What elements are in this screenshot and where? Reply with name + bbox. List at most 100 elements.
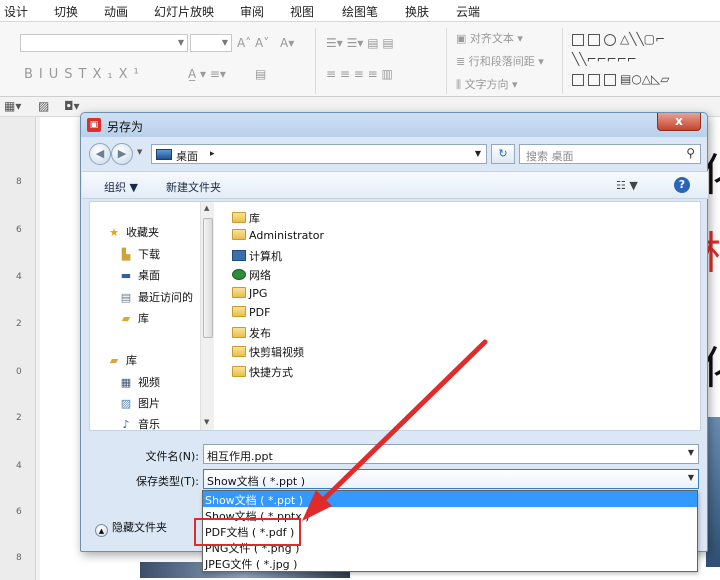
library-icon: ▰	[109, 354, 119, 367]
format-painter-icon[interactable]: ▤	[255, 67, 266, 81]
arrow-shapes-icon[interactable]: ╲╲⌐⌐⌐⌐⌐	[572, 52, 637, 66]
nav-music[interactable]: ♪ 音乐	[118, 416, 160, 432]
file-item-network[interactable]: 网络	[232, 267, 271, 283]
align-text-button[interactable]: ▣ 对齐文本 ▾	[456, 30, 523, 46]
nav-pictures[interactable]: ▨ 图片	[118, 395, 160, 411]
nav-libraries[interactable]: ▰ 库	[106, 352, 137, 368]
circle-shape-icon[interactable]	[604, 34, 616, 46]
help-icon[interactable]: ?	[674, 177, 690, 193]
network-icon	[232, 269, 246, 280]
subscript-icon[interactable]: X₁	[93, 67, 119, 82]
grow-font-icon[interactable]: A˄ A˅	[237, 36, 269, 50]
file-item-computer[interactable]: 计算机	[232, 248, 282, 264]
forward-button[interactable]: ▶	[111, 143, 133, 165]
textbox-vertical-shape-icon[interactable]	[588, 34, 600, 46]
view-options-button[interactable]: ☷ ▼	[616, 179, 638, 192]
dialog-titlebar[interactable]: ▣ 另存为 x	[81, 113, 707, 137]
folder-icon	[232, 287, 246, 298]
file-item-pdf[interactable]: PDF	[232, 306, 270, 319]
scroll-down-icon[interactable]: ▼	[204, 418, 209, 426]
new-folder-button[interactable]: 新建文件夹	[166, 179, 221, 195]
menu-drawing-pen[interactable]: 绘图笔	[342, 3, 378, 20]
hide-folders-button[interactable]: ▲ 隐藏文件夹	[95, 519, 167, 537]
chevron-up-icon: ▲	[95, 524, 108, 537]
table-icon[interactable]: ▦▾	[4, 99, 21, 113]
filetype-select[interactable]: Show文档 ( *.ppt ) ▼	[203, 469, 699, 489]
organize-button[interactable]: 组织 ▼	[104, 179, 138, 195]
download-folder-icon: ▙	[121, 248, 131, 261]
menu-slideshow[interactable]: 幻灯片放映	[154, 3, 214, 20]
path-box[interactable]: 桌面 ▸ ▼	[151, 144, 487, 164]
file-item-library[interactable]: 库	[232, 210, 260, 226]
italic-icon[interactable]: I	[39, 67, 49, 82]
folder-icon	[232, 366, 246, 377]
recent-locations-icon[interactable]: ▼	[137, 148, 142, 156]
menu-transition[interactable]: 切换	[54, 3, 78, 20]
ribbon-separator	[446, 28, 447, 94]
file-item-publish[interactable]: 发布	[232, 325, 271, 341]
menu-view[interactable]: 视图	[290, 3, 314, 20]
menu-review[interactable]: 审阅	[240, 3, 264, 20]
slide-image-edge	[706, 417, 720, 567]
menu-design[interactable]: 设计	[4, 3, 28, 20]
file-item-jpg[interactable]: JPG	[232, 287, 267, 300]
chevron-down-icon[interactable]: ▼	[475, 149, 481, 158]
bullet-list-icon[interactable]: ☰▾ ☰▾ ▤ ▤	[326, 36, 394, 50]
line-spacing-button[interactable]: ≣ 行和段落间距 ▾	[456, 53, 544, 69]
path-location[interactable]: 桌面	[176, 148, 198, 164]
refresh-button[interactable]: ↻	[491, 144, 515, 164]
char-spacing-icon[interactable]: A̲ ▾ ≡▾	[188, 67, 226, 81]
basic-shapes-icon[interactable]: ▤○△◺▱	[620, 72, 670, 86]
file-item-administrator[interactable]: Administrator	[232, 229, 324, 242]
nav-videos[interactable]: ▦ 视频	[118, 374, 160, 390]
nav-favorites[interactable]: ★ 收藏夹	[106, 224, 159, 240]
chevron-down-icon[interactable]: ▼	[688, 473, 694, 482]
nav-scrollbar[interactable]: ▲ ▼	[200, 202, 214, 430]
vertical-ruler: 8 6 4 2 0 2 4 6 8	[0, 117, 36, 580]
align-icons[interactable]: ≡ ≡ ≡ ≡ ▥	[326, 67, 393, 81]
file-item-shortcuts[interactable]: 快捷方式	[232, 364, 293, 380]
filename-input[interactable]: 相互作用.ppt ▼	[203, 444, 699, 464]
chevron-down-icon: ▼	[177, 38, 184, 47]
nav-library-fav[interactable]: ▰ 库	[118, 310, 149, 326]
menu-skin[interactable]: 换肤	[405, 3, 429, 20]
rect-shape-icon[interactable]	[572, 74, 584, 86]
font-size-combo[interactable]: ▼	[190, 34, 232, 52]
desktop-icon	[156, 149, 172, 160]
font-color-icon[interactable]: A▾	[280, 36, 294, 50]
text-icon[interactable]: T	[79, 67, 93, 82]
rect-shape-icon[interactable]	[604, 74, 616, 86]
back-button[interactable]: ◀	[89, 143, 111, 165]
rect-shape-icon[interactable]	[588, 74, 600, 86]
file-item-video-editor[interactable]: 快剪辑视频	[232, 344, 304, 360]
folder-icon	[232, 346, 246, 357]
search-input[interactable]: 搜索 桌面 ⚲	[519, 144, 701, 164]
search-icon[interactable]: ⚲	[686, 146, 695, 160]
text-format-buttons[interactable]: BIUSTX₁X¹	[24, 67, 145, 82]
superscript-icon[interactable]: X¹	[119, 67, 145, 82]
strikethrough-icon[interactable]: S	[64, 67, 78, 82]
close-button[interactable]: x	[657, 113, 701, 131]
textbox-shape-icon[interactable]	[572, 34, 584, 46]
nav-recent[interactable]: ▤ 最近访问的	[118, 289, 193, 305]
text-direction-button[interactable]: ⫼ 文字方向 ▾	[456, 76, 518, 92]
filetype-option-jpg[interactable]: JPEG文件 ( *.jpg )	[203, 555, 697, 571]
nav-desktop[interactable]: ▬ 桌面	[118, 267, 160, 283]
nav-downloads[interactable]: ▙ 下载	[118, 246, 160, 262]
menu-cloud[interactable]: 云端	[456, 3, 480, 20]
scroll-up-icon[interactable]: ▲	[204, 204, 209, 212]
scroll-thumb[interactable]	[203, 218, 213, 338]
library-icon: ▰	[121, 312, 131, 325]
underline-icon[interactable]: U	[49, 67, 65, 82]
menu-animation[interactable]: 动画	[104, 3, 128, 20]
recent-places-icon: ▤	[120, 291, 132, 304]
ruler-tick: 4	[16, 272, 22, 282]
font-name-combo[interactable]: ▼	[20, 34, 188, 52]
chevron-down-icon[interactable]: ▼	[688, 448, 694, 457]
bold-icon[interactable]: B	[24, 67, 39, 82]
image-icon[interactable]: ▨	[38, 99, 49, 113]
line-shapes-icon[interactable]: △╲╲▢⌐	[620, 32, 665, 46]
path-separator-icon[interactable]: ▸	[210, 149, 215, 159]
filetype-option-ppt[interactable]: Show文档 ( *.ppt )	[203, 491, 697, 507]
camera-icon[interactable]: ◘▾	[64, 99, 80, 113]
